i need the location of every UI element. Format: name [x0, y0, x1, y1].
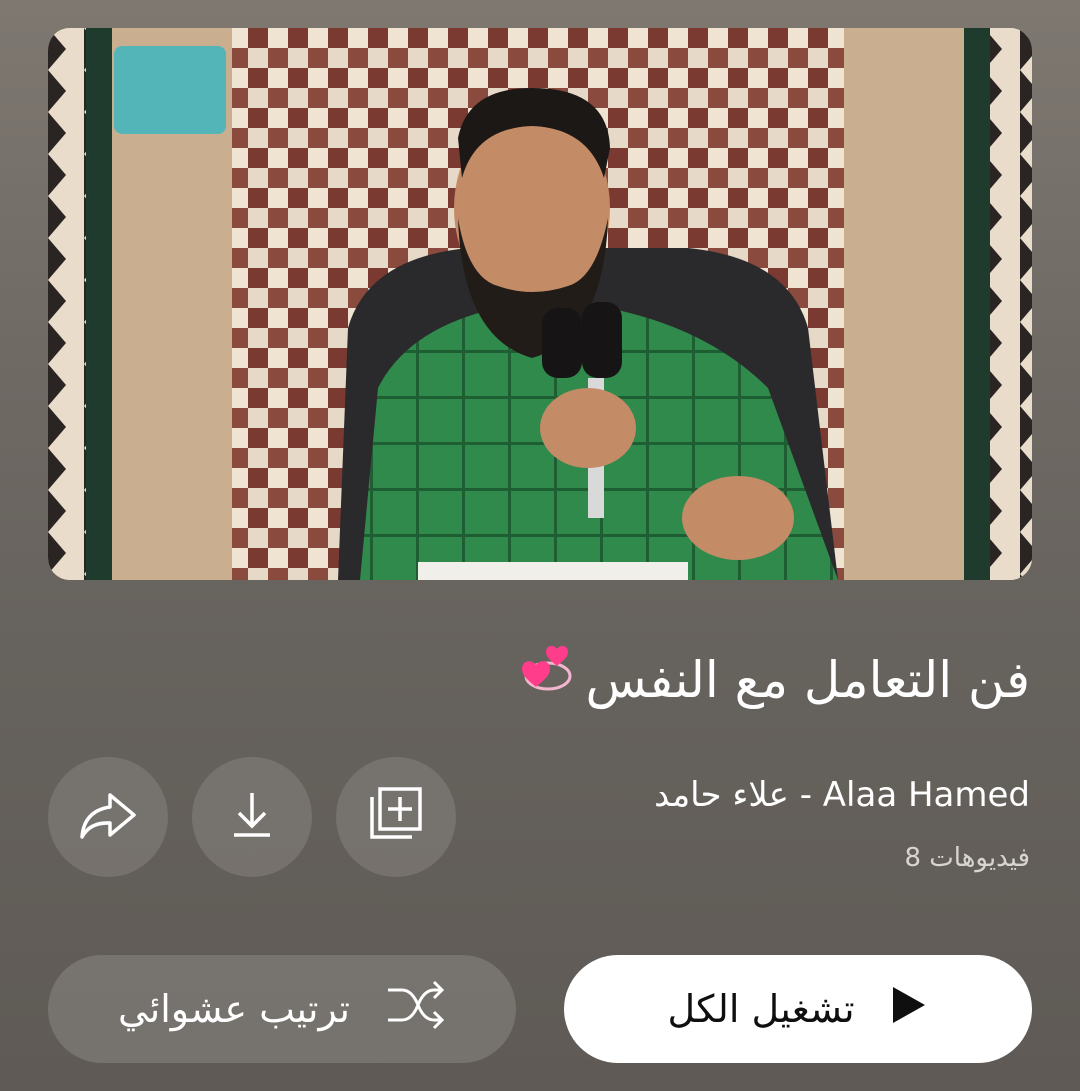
shuffle-button[interactable]: ترتيب عشوائي	[48, 955, 516, 1063]
add-to-library-icon	[364, 783, 428, 851]
play-all-button[interactable]: تشغيل الكل	[564, 955, 1032, 1063]
play-icon	[889, 983, 929, 1036]
thumbnail-image	[48, 28, 1032, 580]
share-button[interactable]	[48, 757, 168, 877]
shuffle-icon	[384, 976, 446, 1043]
video-count: 8 فيديوهات	[904, 843, 1030, 873]
playlist-thumbnail[interactable]	[48, 28, 1032, 580]
download-icon	[222, 785, 282, 849]
playlist-title: فن التعامل مع النفس	[50, 640, 1030, 724]
playlist-title-text: فن التعامل مع النفس	[585, 651, 1030, 709]
save-to-library-button[interactable]	[336, 757, 456, 877]
share-icon	[76, 783, 140, 851]
download-button[interactable]	[192, 757, 312, 877]
revolving-hearts-icon	[519, 643, 577, 724]
channel-name[interactable]: علاء حامد - Alaa Hamed	[510, 770, 1030, 820]
shuffle-label: ترتيب عشوائي	[118, 987, 350, 1031]
play-all-label: تشغيل الكل	[667, 987, 855, 1031]
